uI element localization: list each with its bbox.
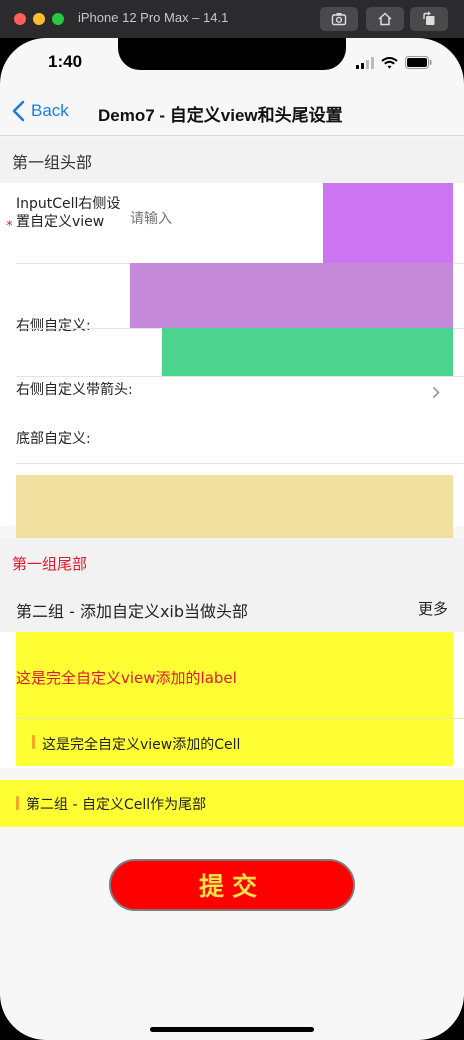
- back-button[interactable]: Back: [12, 100, 69, 122]
- chevron-left-icon: [12, 100, 25, 122]
- rotate-icon: [423, 11, 435, 25]
- input-field[interactable]: [130, 211, 310, 227]
- simulator-title: iPhone 12 Pro Max – 14.1: [78, 10, 229, 25]
- section2-footer-label: 第二组 - 自定义Cell作为尾部: [26, 797, 207, 813]
- home-indicator[interactable]: [150, 1027, 314, 1032]
- section2-footer-cell[interactable]: 第二组 - 自定义Cell作为尾部: [0, 780, 464, 827]
- status-icons: [356, 56, 432, 69]
- right-custom-label: 右侧自定义:: [16, 318, 91, 334]
- separator: [16, 376, 464, 377]
- bottom-custom-label: 底部自定义:: [16, 431, 91, 447]
- section1-header-label: 第一组头部: [12, 153, 93, 172]
- home-icon: [378, 12, 392, 26]
- input-cell-right-view: [323, 183, 453, 263]
- separator: [16, 463, 464, 464]
- battery-icon: [405, 56, 432, 69]
- section1-footer-label: 第一组尾部: [12, 555, 88, 573]
- status-time: 1:40: [48, 52, 83, 71]
- right-custom-arrow-view: [162, 328, 453, 376]
- chevron-right-icon: [432, 386, 440, 399]
- accent-bar: [16, 796, 19, 810]
- submit-button[interactable]: 提交: [109, 859, 355, 911]
- screenshot-icon: [331, 13, 347, 26]
- signal-icon: [356, 56, 374, 69]
- section2-header-label: 第二组 - 添加自定义xib当做头部: [16, 602, 249, 621]
- phone-screen: 1:40 Back Demo7 - 自定义view和头尾设置 第一组头部 * I…: [0, 38, 464, 1040]
- section1-footer: 第一组尾部: [0, 538, 464, 586]
- back-label: Back: [31, 101, 69, 120]
- required-mark: *: [6, 219, 13, 234]
- custom-view-label: 这是完全自定义view添加的label: [16, 669, 237, 687]
- notch: [118, 38, 346, 70]
- right-custom-arrow-label: 右侧自定义带箭头:: [16, 382, 133, 398]
- right-custom-view: [130, 263, 453, 328]
- simulator-toolbar: iPhone 12 Pro Max – 14.1: [0, 0, 464, 38]
- section1-cells: * InputCell右侧设置自定义view 右侧自定义: 右侧自定义带箭头: …: [0, 183, 464, 566]
- close-window-button[interactable]: [14, 13, 26, 25]
- section2-cells: 这是完全自定义view添加的label 这是完全自定义view添加的Cell: [0, 632, 464, 768]
- navigation-bar: Back Demo7 - 自定义view和头尾设置: [0, 88, 464, 136]
- minimize-window-button[interactable]: [33, 13, 45, 25]
- section1-header: 第一组头部: [0, 137, 464, 183]
- page-title: Demo7 - 自定义view和头尾设置: [98, 106, 343, 125]
- screenshot-button[interactable]: [320, 7, 358, 31]
- zoom-window-button[interactable]: [52, 13, 64, 25]
- section2-header: 第二组 - 添加自定义xib当做头部 更多: [0, 586, 464, 632]
- separator: [16, 718, 464, 719]
- input-cell-label: InputCell右侧设置自定义view: [16, 196, 121, 230]
- more-button[interactable]: 更多: [418, 598, 448, 619]
- wifi-icon: [381, 56, 398, 69]
- rotate-button[interactable]: [410, 7, 448, 31]
- home-button[interactable]: [366, 7, 404, 31]
- custom-view-cell-label: 这是完全自定义view添加的Cell: [42, 737, 241, 753]
- submit-label: 提交: [198, 872, 265, 901]
- accent-bar: [32, 735, 35, 749]
